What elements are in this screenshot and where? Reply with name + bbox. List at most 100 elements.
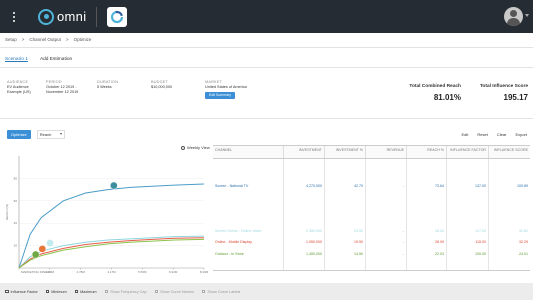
investment-value[interactable]: 2,350,000 [283, 229, 324, 233]
total-reach-value: 81.01% [433, 93, 461, 102]
minimum-checkbox[interactable]: Minimum [45, 289, 67, 294]
influence-score-value: 24.01 [519, 251, 528, 256]
clear-button[interactable]: Clear [497, 132, 507, 137]
metric-select-value: Reach [39, 132, 52, 137]
radio-icon [181, 145, 185, 150]
tab-scenario-1[interactable]: Scenario 1 [5, 57, 28, 62]
table-row[interactable]: Screen Online - Online Video 2,350,000 2… [213, 227, 530, 234]
checkbox-label: Influence Factor [10, 289, 38, 294]
table-body: Screen - National TV 4,270,000 42.70 - 7… [213, 159, 530, 271]
breadcrumb-channel-output[interactable]: Channel Output [29, 37, 61, 42]
investment-value[interactable]: 1,950,000 [283, 240, 324, 244]
tab-add-estimation[interactable]: Add Estimation [40, 57, 72, 62]
revenue-value: - [402, 228, 404, 233]
influence-factor-value: 109.00 [475, 251, 486, 256]
summary-period: PERIOD October 12 2019 - November 12 201… [46, 80, 78, 95]
table-row[interactable]: Online - Mobile Display 1,950,000 19.50 … [213, 238, 530, 245]
x-axis-label: MARKETING SPEND [21, 270, 51, 274]
summary-market: MARKET United States of America Edit Sum… [205, 80, 247, 99]
show-frequency-cap-checkbox[interactable]: Show Frequency Cap [104, 290, 147, 294]
investment-pct-value: 19.50 [354, 239, 363, 244]
maximum-checkbox[interactable]: Maximum [74, 289, 97, 294]
metric-select[interactable]: Reach [36, 130, 65, 139]
summary-audience: AUDIENCE EV Audience Example (US) [7, 80, 31, 95]
influence-score-value: 32.81 [519, 228, 528, 233]
table-row[interactable]: Outdoor - In Store 1,450,000 14.50 - 22.… [213, 250, 530, 257]
col-revenue: REVENUE [365, 146, 406, 158]
y-tick-label: 80 [14, 176, 18, 180]
chart-toolbar: Optimize Reach [7, 130, 65, 139]
curve-marker [31, 250, 40, 259]
show-curve-labels-checkbox[interactable]: Show Curve Labels [201, 289, 241, 294]
investment-pct-value: 23.50 [354, 228, 363, 233]
table-toolbar: Edit Reset Clear Export [462, 132, 527, 137]
menu-button[interactable] [0, 11, 28, 22]
period-value: November 12 2019 [46, 90, 79, 94]
total-reach-label: Total Combined Reach [409, 84, 461, 89]
checkbox-label: Show Curve Names [160, 289, 194, 294]
chevron-down-icon[interactable] [525, 14, 529, 17]
scenario-tabs: Scenario 1 Add Estimation [5, 57, 72, 62]
col-reach-pct: REACH % [406, 146, 446, 158]
influence-factor-checkbox[interactable]: Influence Factor [5, 290, 38, 294]
y-tick-label: 40 [14, 221, 18, 225]
reach-value: 22.03 [435, 251, 444, 256]
breadcrumb-setup[interactable]: Setup [5, 37, 17, 42]
checkbox-label: Show Curve Labels [207, 289, 241, 294]
audience-value: Example (US) [7, 90, 31, 94]
y-tick-label: 60 [14, 199, 18, 203]
duration-value: 5 Weeks [97, 85, 112, 89]
weekly-view-toggle[interactable]: Weekly View [181, 145, 210, 150]
reach-value: 73.64 [435, 183, 444, 188]
channel-name: Online - Mobile Display [215, 239, 252, 244]
x-tick-label: 5.56M [138, 270, 147, 274]
checkbox-label: Minimum [51, 289, 67, 294]
export-button[interactable]: Export [515, 132, 527, 137]
chevron-down-icon [59, 133, 62, 135]
investment-pct-value: 14.50 [354, 251, 363, 256]
y-tick-label: 20 [14, 244, 18, 248]
chart-options-bar: Influence Factor Minimum Maximum Show Fr… [0, 283, 533, 300]
revenue-value: - [402, 251, 404, 256]
breadcrumb-separator: > [21, 37, 25, 42]
influence-score-value: 100.89 [517, 183, 528, 188]
show-curve-names-checkbox[interactable]: Show Curve Names [154, 289, 194, 294]
series-line [18, 235, 205, 269]
reset-button[interactable]: Reset [477, 132, 487, 137]
checkbox-label: Maximum [80, 289, 97, 294]
summary-budget: BUDGET $10,000,000 [151, 80, 172, 90]
divider [0, 47, 533, 48]
col-influence-score: INFLUENCE SCORE [488, 146, 530, 158]
market-value: United States of America [205, 85, 247, 89]
channel-name: Outdoor - In Store [215, 251, 244, 256]
total-influence-metric: Total Influence Score 195.17 [480, 84, 528, 102]
channel-table: CHANNEL INVESTMENT INVESTMENT % REVENUE … [213, 145, 530, 271]
x-tick-label: 4.17M [107, 270, 116, 274]
x-tick-label: 2.78M [76, 270, 85, 274]
channel-name: Screen - National TV [215, 183, 249, 188]
influence-factor-value: 117.00 [475, 228, 486, 233]
total-reach-metric: Total Combined Reach 81.01% [409, 84, 461, 102]
header-divider [96, 6, 98, 27]
investment-value[interactable]: 1,450,000 [283, 252, 324, 256]
col-influence-factor: INFLUENCE FACTOR [446, 146, 488, 158]
y-axis-label: REACH (%) [5, 204, 9, 220]
reach-curve-chart: 204060801.39M 2.78M 4.17M 5.56M 6.94M 8.33MMA… [5, 156, 209, 274]
circle-app-icon [111, 10, 124, 23]
edit-button[interactable]: Edit [462, 132, 469, 137]
optimize-button[interactable]: Optimize [7, 130, 31, 139]
series-line [18, 183, 205, 269]
app-switcher-tile[interactable] [107, 6, 128, 27]
table-row[interactable]: Screen - National TV 4,270,000 42.70 - 7… [213, 182, 530, 189]
influence-factor-value: 115.00 [475, 239, 486, 244]
edit-summary-button[interactable]: Edit Summary [205, 92, 235, 99]
curve-marker [38, 245, 47, 253]
app-logo[interactable]: omni [38, 8, 86, 25]
breadcrumb: Setup > Channel Output > Optimize [5, 37, 91, 42]
budget-value: $10,000,000 [151, 85, 173, 89]
user-avatar[interactable] [504, 7, 523, 26]
revenue-value: - [402, 239, 404, 244]
weekly-view-label: Weekly View [187, 145, 210, 150]
x-tick-label: 8.33M [200, 270, 209, 274]
investment-value[interactable]: 4,270,000 [283, 184, 324, 188]
